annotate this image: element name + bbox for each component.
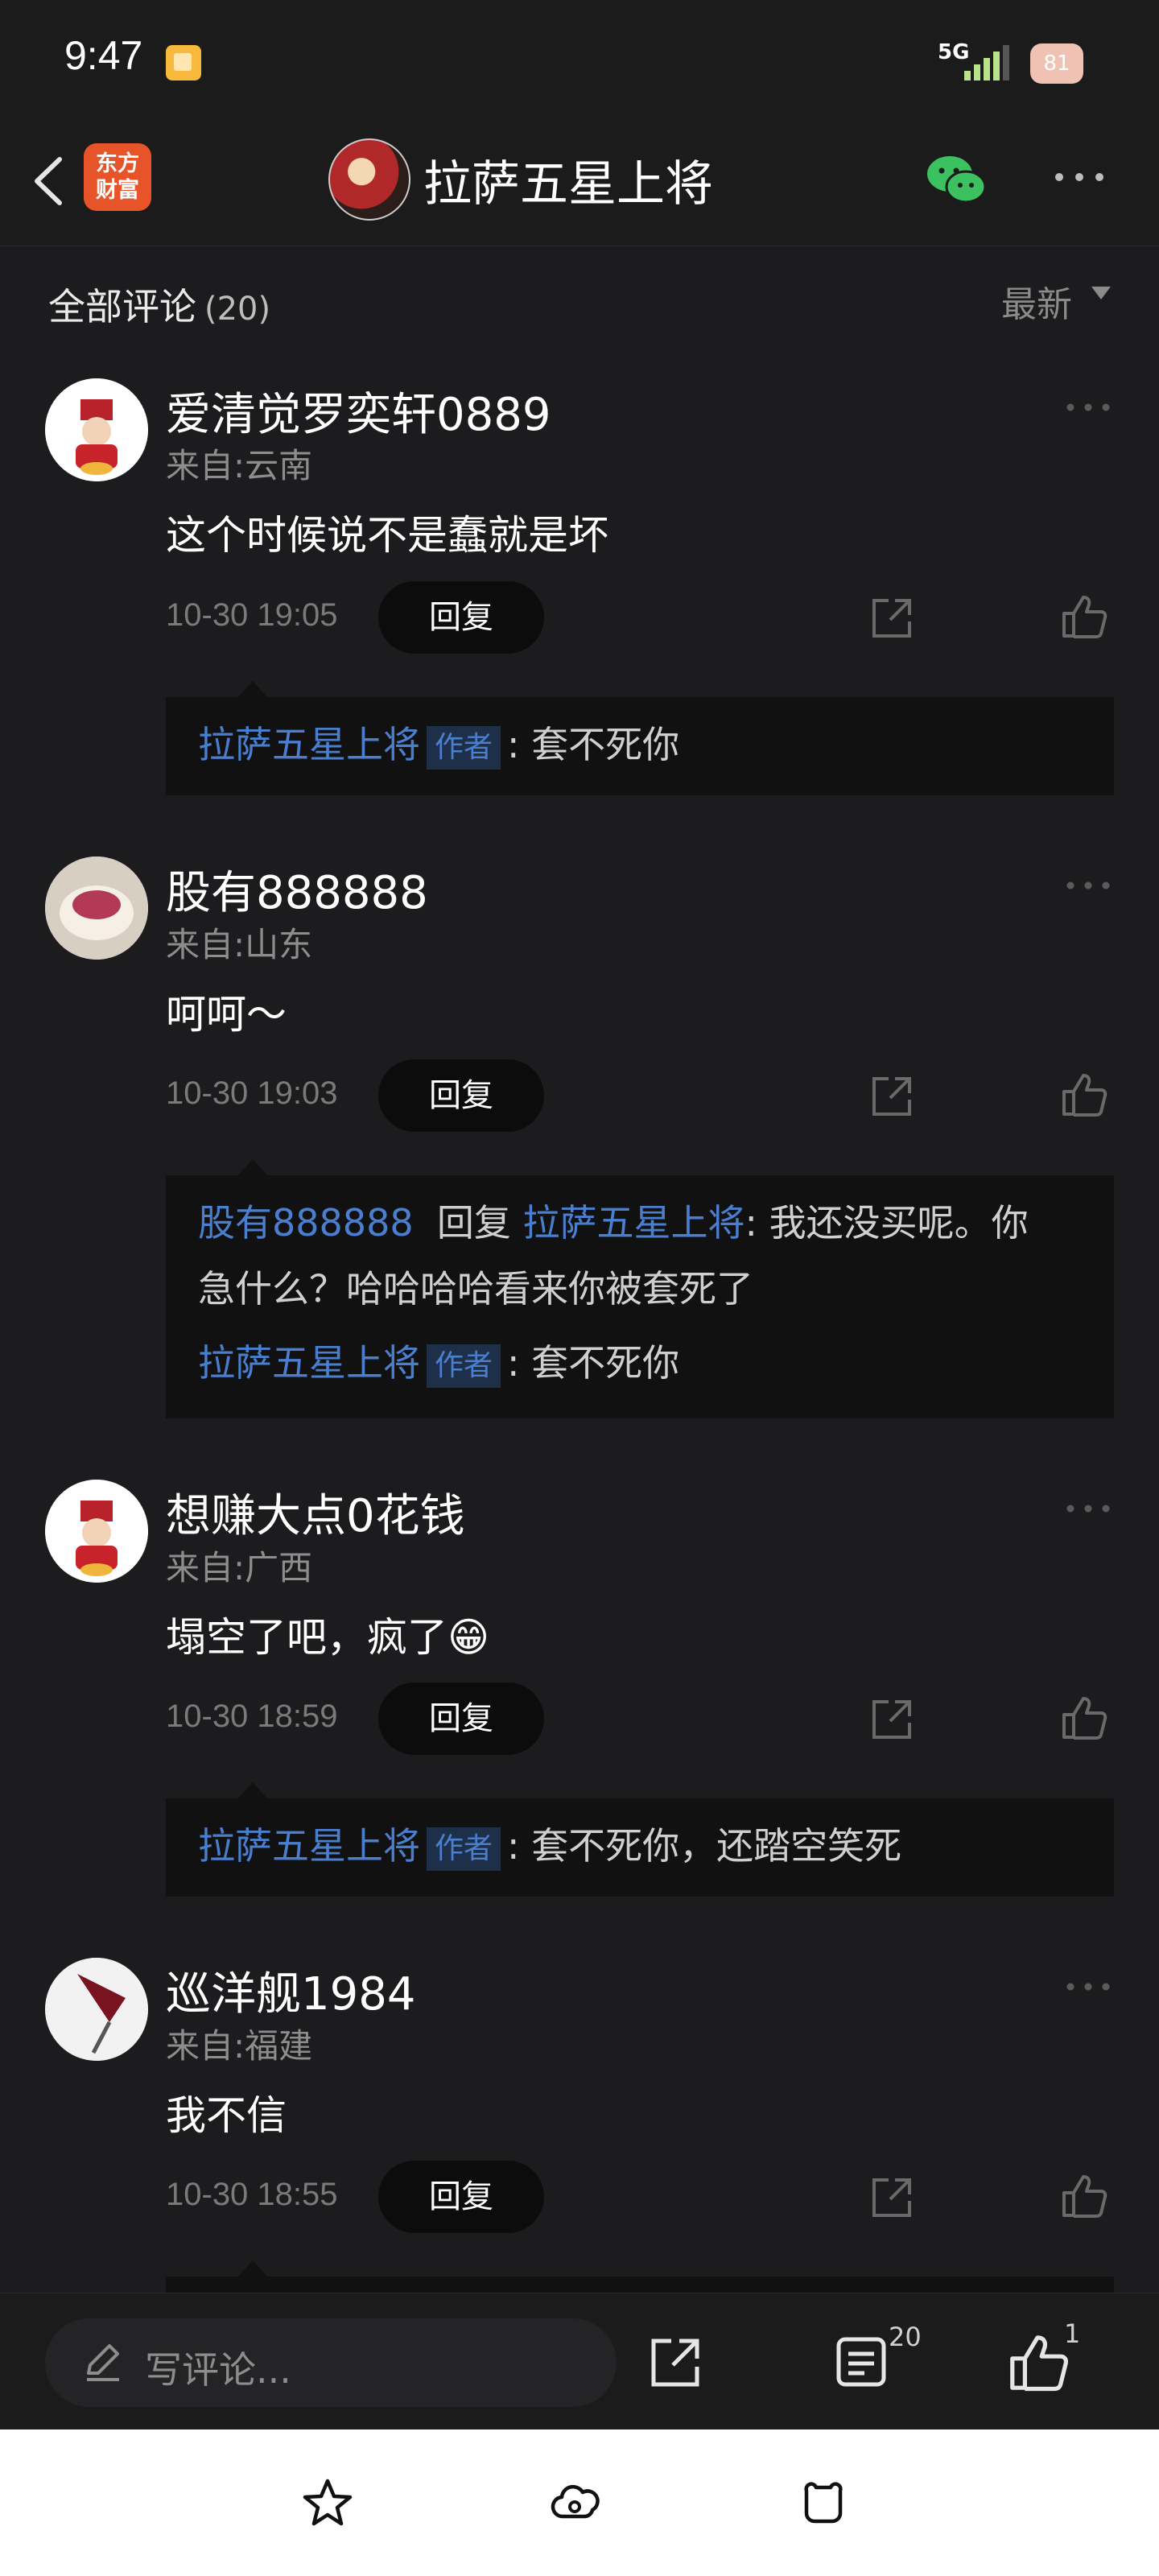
wineglass-avatar-icon bbox=[45, 1958, 148, 2061]
caret-down-icon[interactable] bbox=[1091, 287, 1111, 299]
thread-line: 股有888888 回复 拉萨五星上将: 我还没买呢。你 bbox=[198, 1195, 1029, 1251]
app-logo-line2: 财富 bbox=[96, 178, 139, 203]
reply-button[interactable]: 回复 bbox=[378, 2161, 544, 2233]
comments-list-icon[interactable] bbox=[832, 2333, 890, 2391]
avatar[interactable] bbox=[45, 1480, 148, 1583]
reply-line: 拉萨五星上将 作者: 套不死你 bbox=[198, 716, 679, 773]
reply-text: : 套不死你，还踏空笑死 bbox=[507, 1824, 902, 1868]
caishen-avatar-icon bbox=[45, 378, 148, 481]
caishen-avatar-icon bbox=[45, 1480, 148, 1583]
share-icon[interactable] bbox=[868, 2174, 916, 2222]
thumbs-up-icon[interactable] bbox=[1059, 592, 1107, 641]
thread-from[interactable]: 股有888888 bbox=[198, 1201, 414, 1245]
reply-thread: 拉萨五星上将 作者: 套不死你 bbox=[166, 681, 1114, 795]
back-icon[interactable] bbox=[24, 153, 72, 209]
reply-thread-partial bbox=[166, 2260, 1114, 2293]
comment-location: 来自:云南 bbox=[166, 446, 313, 485]
battery-indicator: 81 bbox=[1030, 43, 1083, 84]
comment-more-icon[interactable] bbox=[1064, 877, 1112, 894]
wechat-share-icon[interactable] bbox=[924, 151, 988, 208]
comment-content: 塌空了吧，疯了😁 bbox=[166, 1614, 490, 1661]
comment-more-icon[interactable] bbox=[1064, 399, 1112, 415]
reply-line: 拉萨五星上将 作者: 套不死你，还踏空笑死 bbox=[198, 1818, 901, 1874]
write-comment-placeholder[interactable]: 写评论... bbox=[145, 2341, 291, 2394]
thumbs-up-icon[interactable] bbox=[1059, 2172, 1107, 2220]
star-icon[interactable] bbox=[299, 2475, 356, 2531]
comments-count-badge: 20 bbox=[889, 2322, 922, 2352]
comment-author[interactable]: 爱清觉罗奕轩0889 bbox=[166, 378, 551, 444]
reply-author[interactable]: 拉萨五星上将 bbox=[198, 1824, 420, 1868]
sort-selector[interactable]: 最新 bbox=[1001, 275, 1072, 327]
thumbs-up-icon[interactable] bbox=[1059, 1071, 1107, 1119]
dessert-avatar-icon bbox=[45, 857, 148, 960]
avatar[interactable] bbox=[45, 857, 148, 960]
comment-more-icon[interactable] bbox=[1064, 1979, 1112, 1995]
reply-thread: 股有888888 回复 拉萨五星上将: 我还没买呢。你 急什么？哈哈哈哈看来你被… bbox=[166, 1159, 1114, 1418]
all-comments-title: 全部评论 (20) bbox=[48, 278, 270, 331]
thumbs-up-icon[interactable] bbox=[1006, 2331, 1069, 2394]
status-time: 9:47 bbox=[64, 33, 143, 78]
more-icon[interactable] bbox=[1051, 161, 1107, 193]
comment-time: 10-30 19:03 bbox=[166, 1075, 338, 1111]
author-avatar[interactable] bbox=[328, 138, 410, 221]
page-title: 拉萨五星上将 bbox=[423, 156, 713, 213]
signal-icon bbox=[964, 45, 1009, 80]
share-icon[interactable] bbox=[868, 1072, 916, 1121]
thread-to[interactable]: 拉萨五星上将 bbox=[522, 1201, 744, 1245]
comment-author[interactable]: 巡洋舰1984 bbox=[166, 1958, 416, 2023]
avatar[interactable] bbox=[45, 378, 148, 481]
reply-author[interactable]: 拉萨五星上将 bbox=[198, 1341, 420, 1385]
thread-text-1: : 我还没买呢。你 bbox=[744, 1201, 1029, 1245]
comment-content: 呵呵～ bbox=[166, 991, 287, 1038]
app-logo-line1: 东方 bbox=[96, 151, 139, 176]
reply-button[interactable]: 回复 bbox=[378, 1059, 544, 1132]
comment-content: 我不信 bbox=[166, 2092, 287, 2139]
reply-button[interactable]: 回复 bbox=[378, 581, 544, 654]
comment-author[interactable]: 股有888888 bbox=[166, 857, 428, 922]
bear-home-icon[interactable] bbox=[795, 2475, 852, 2531]
author-badge: 作者 bbox=[427, 1827, 501, 1871]
comment-location: 来自:广西 bbox=[166, 1548, 313, 1587]
comment-more-icon[interactable] bbox=[1064, 1501, 1112, 1517]
notification-app-icon bbox=[166, 45, 201, 80]
like-count-badge: 1 bbox=[1064, 2318, 1081, 2349]
reply-button[interactable]: 回复 bbox=[378, 1682, 544, 1755]
reply-text: : 套不死你 bbox=[507, 1341, 680, 1385]
comment-content: 这个时候说不是蠢就是坏 bbox=[166, 512, 608, 559]
reply-line: 拉萨五星上将 作者: 套不死你 bbox=[198, 1335, 679, 1391]
thumbs-up-icon[interactable] bbox=[1059, 1694, 1107, 1742]
reply-thread: 拉萨五星上将 作者: 套不死你，还踏空笑死 bbox=[166, 1782, 1114, 1897]
reply-text: : 套不死你 bbox=[507, 723, 680, 766]
comment-time: 10-30 18:55 bbox=[166, 2177, 338, 2212]
avatar[interactable] bbox=[45, 1958, 148, 2061]
write-comment-input[interactable] bbox=[45, 2318, 617, 2407]
app-logo[interactable]: 东方 财富 bbox=[84, 143, 151, 211]
author-badge: 作者 bbox=[427, 1344, 501, 1388]
share-icon[interactable] bbox=[868, 594, 916, 642]
comment-time: 10-30 18:59 bbox=[166, 1699, 338, 1734]
thread-line-2: 急什么？哈哈哈哈看来你被套死了 bbox=[198, 1267, 753, 1311]
share-icon[interactable] bbox=[647, 2334, 703, 2391]
all-comments-label: 全部评论 bbox=[48, 285, 196, 328]
author-badge: 作者 bbox=[427, 725, 501, 770]
comment-location: 来自:福建 bbox=[166, 2026, 313, 2066]
comment-time: 10-30 19:05 bbox=[166, 597, 338, 633]
cloud-icon[interactable] bbox=[547, 2475, 604, 2531]
comment-author[interactable]: 想赚大点0花钱 bbox=[166, 1480, 465, 1545]
pen-icon bbox=[87, 2344, 119, 2381]
reply-author[interactable]: 拉萨五星上将 bbox=[198, 723, 420, 766]
all-comments-count: (20) bbox=[204, 291, 271, 328]
comment-location: 来自:山东 bbox=[166, 925, 313, 964]
share-icon[interactable] bbox=[868, 1695, 916, 1744]
thread-verb: 回复 bbox=[436, 1201, 511, 1245]
